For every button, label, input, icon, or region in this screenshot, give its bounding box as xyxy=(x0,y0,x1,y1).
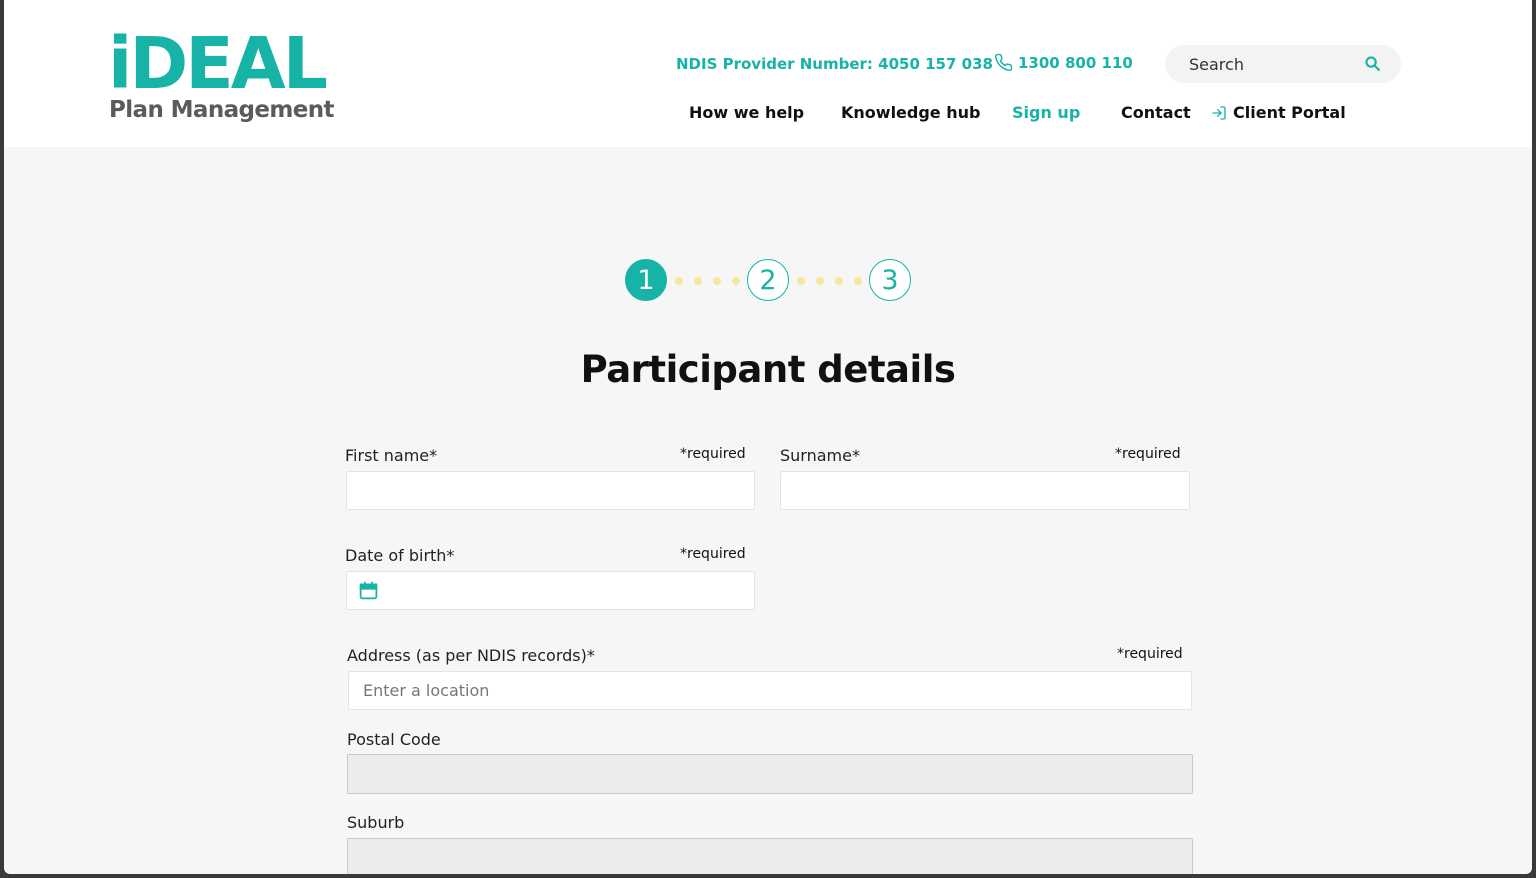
client-portal-label: Client Portal xyxy=(1233,103,1346,122)
step-dot xyxy=(854,277,862,285)
step-dot xyxy=(694,277,702,285)
step-dot xyxy=(732,277,740,285)
phone-icon xyxy=(994,53,1013,72)
step-dot xyxy=(675,277,683,285)
login-icon xyxy=(1212,105,1226,120)
nav-contact[interactable]: Contact xyxy=(1121,103,1191,122)
first-name-required: *required xyxy=(680,446,746,462)
search-icon[interactable] xyxy=(1364,55,1381,72)
nav-sign-up[interactable]: Sign up xyxy=(1012,103,1080,122)
phone-link[interactable]: 1300 800 110 xyxy=(994,53,1133,72)
dob-input[interactable] xyxy=(346,571,755,610)
step-3: 3 xyxy=(869,259,911,301)
ndis-provider-number: NDIS Provider Number: 4050 157 038 xyxy=(676,55,993,73)
site-logo[interactable]: iDEAL Plan Management xyxy=(108,28,348,130)
surname-label: Surname* xyxy=(780,446,860,465)
calendar-icon[interactable] xyxy=(358,580,379,601)
page-title: Participant details xyxy=(580,348,956,391)
step-dot xyxy=(797,277,805,285)
step-dot xyxy=(713,277,721,285)
address-label: Address (as per NDIS records)* xyxy=(347,646,595,665)
dob-required: *required xyxy=(680,546,746,562)
progress-stepper: 1 2 3 xyxy=(624,259,914,303)
logo-main-text: iDEAL xyxy=(108,22,328,105)
step-dot xyxy=(835,277,843,285)
address-required: *required xyxy=(1117,646,1183,662)
browser-viewport: iDEAL Plan Management NDIS Provider Numb… xyxy=(4,0,1532,874)
surname-required: *required xyxy=(1115,446,1181,462)
postal-code-label: Postal Code xyxy=(347,730,441,749)
search-box xyxy=(1165,45,1401,83)
step-1: 1 xyxy=(625,259,667,301)
surname-input[interactable] xyxy=(780,471,1190,510)
step-dot xyxy=(816,277,824,285)
step-2: 2 xyxy=(747,259,789,301)
nav-client-portal[interactable]: Client Portal xyxy=(1211,103,1346,122)
postal-code-input xyxy=(347,754,1193,794)
nav-how-we-help[interactable]: How we help xyxy=(689,103,804,122)
site-header: iDEAL Plan Management NDIS Provider Numb… xyxy=(4,0,1532,147)
suburb-input xyxy=(347,838,1193,874)
dob-label: Date of birth* xyxy=(345,546,455,565)
first-name-label: First name* xyxy=(345,446,438,465)
address-input[interactable] xyxy=(348,671,1192,710)
logo-sub-text: Plan Management xyxy=(109,97,335,123)
first-name-input[interactable] xyxy=(346,471,755,510)
nav-knowledge-hub[interactable]: Knowledge hub xyxy=(841,103,980,122)
suburb-label: Suburb xyxy=(347,813,405,832)
phone-number: 1300 800 110 xyxy=(1018,53,1133,72)
search-input[interactable] xyxy=(1189,45,1359,83)
